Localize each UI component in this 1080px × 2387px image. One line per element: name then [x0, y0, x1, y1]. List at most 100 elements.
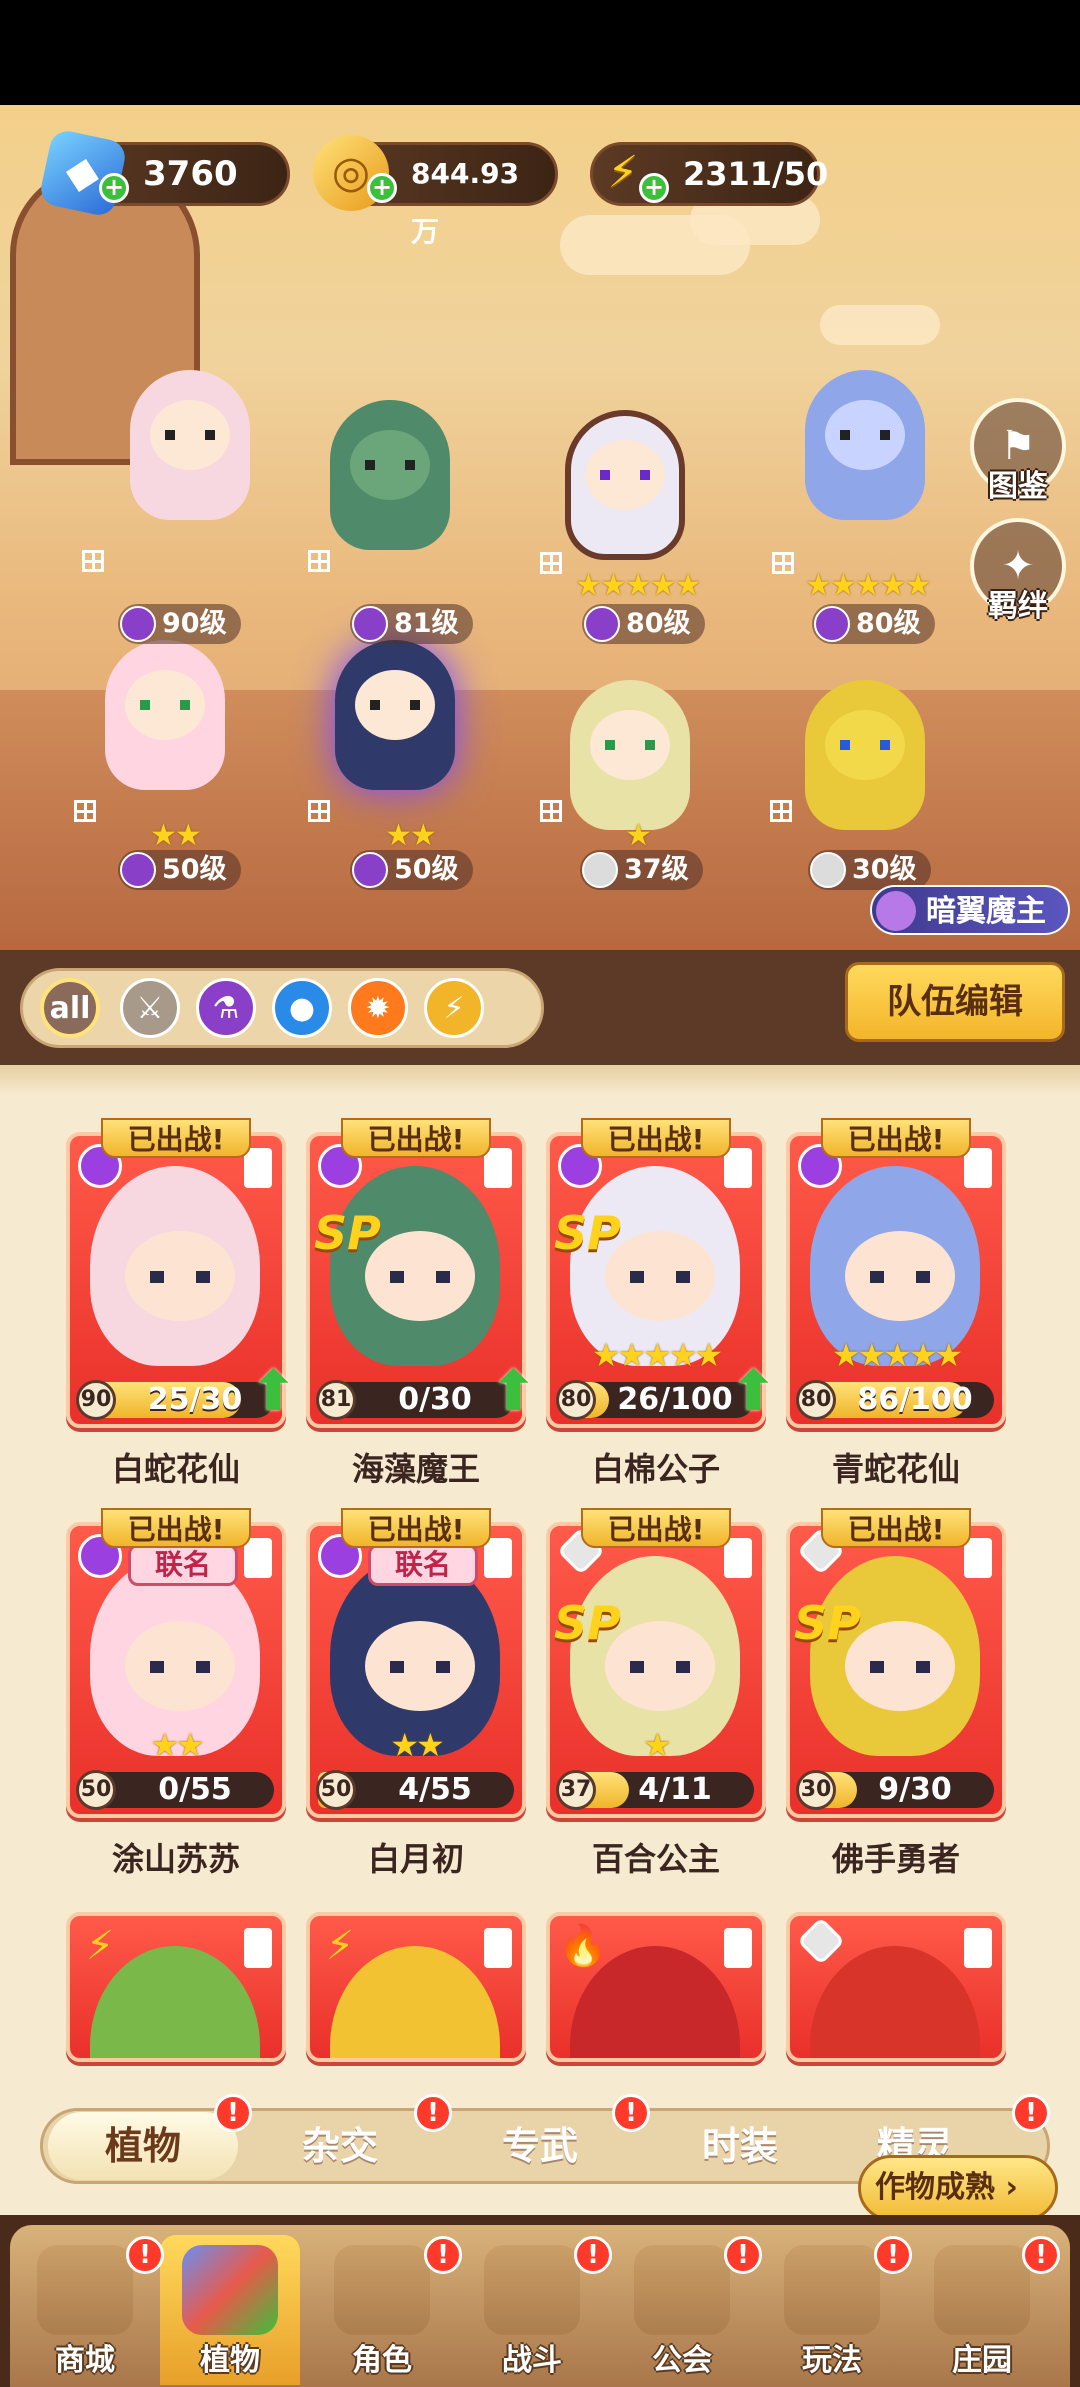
team-hero-8[interactable]: [790, 680, 940, 850]
progress-text: 0/30: [398, 1382, 472, 1417]
team-hero-4-level: 80级: [812, 604, 935, 644]
codex-label: 图鉴: [988, 469, 1048, 504]
card-level: 50: [316, 1770, 356, 1810]
team-hero-4[interactable]: [790, 370, 940, 540]
bolt-icon[interactable]: ⚡: [424, 978, 484, 1038]
gold-counter[interactable]: ◎ + 844.93万: [313, 135, 558, 248]
gameplay-icon: [784, 2245, 880, 2335]
progress-text: 25/30: [147, 1382, 243, 1417]
guild-icon: [634, 2245, 730, 2335]
team-hero-1-level: 90级: [118, 604, 241, 644]
plant-card[interactable]: ★★★★★ 86/100 80: [786, 1132, 1006, 1428]
bond-label: 羁绊: [988, 589, 1048, 624]
boss-avatar-icon: [876, 891, 916, 931]
team-hero-3-stars: ★★★★★: [575, 568, 701, 603]
progress-text: 26/100: [617, 1382, 733, 1417]
alert-badge: !: [424, 2236, 462, 2274]
crops-ready-label: 作物成熟: [875, 2170, 995, 2205]
team-hero-1[interactable]: [115, 370, 265, 540]
alert-badge: !: [214, 2094, 252, 2132]
progress-text: 4/55: [398, 1772, 472, 1807]
plants-icon: [182, 2245, 278, 2335]
tab-costume[interactable]: 时装: [645, 2112, 835, 2180]
boss-badge[interactable]: 暗翼魔主: [870, 885, 1070, 935]
card-stars: ★★: [390, 1726, 444, 1764]
team-hero-6-level: 50级: [350, 850, 473, 890]
formation-icon: [244, 1538, 272, 1578]
team-hero-5[interactable]: [90, 640, 240, 810]
edit-team-button[interactable]: 队伍编辑: [845, 962, 1065, 1042]
plant-card[interactable]: 联名 ★★ 0/55 50: [66, 1522, 286, 1818]
sp-tag: SP: [314, 1206, 381, 1260]
alert-badge: !: [724, 2236, 762, 2274]
portrait-eyes: [870, 1661, 930, 1673]
formation-icon: [724, 1148, 752, 1188]
potion-icon[interactable]: ⚗: [196, 978, 256, 1038]
energy-value: 2311/50: [683, 155, 829, 193]
card-level: 37: [556, 1770, 596, 1810]
progress-bar: 9/30 30: [796, 1770, 994, 1810]
nav-plants[interactable]: 植物: [160, 2235, 300, 2385]
plant-card[interactable]: 25/30 90: [66, 1132, 286, 1428]
card-level: 50: [76, 1770, 116, 1810]
progress-bar: 0/30 81: [316, 1380, 514, 1420]
plant-card[interactable]: SP ★★★★★ 26/100 80: [546, 1132, 766, 1428]
sword-icon[interactable]: ⚔: [120, 978, 180, 1038]
portrait-eyes: [630, 1661, 690, 1673]
sword-icon: [582, 852, 618, 888]
progress-bar: 25/30 90: [76, 1380, 274, 1420]
formation-icon: [724, 1538, 752, 1578]
team-hero-2[interactable]: [315, 400, 465, 570]
formation-icon: [964, 1148, 992, 1188]
progress-text: 4/11: [638, 1772, 712, 1807]
card-level: 80: [556, 1380, 596, 1420]
portrait-eyes: [150, 1271, 210, 1283]
bond-button[interactable]: ✦ 羁绊: [970, 518, 1066, 624]
sword-icon: [796, 1526, 846, 1576]
team-hero-7-level: 37级: [580, 850, 703, 890]
formation-icon: [964, 1538, 992, 1578]
water-icon[interactable]: ●: [272, 978, 332, 1038]
plant-card[interactable]: SP 9/30 30: [786, 1522, 1006, 1818]
team-hero-3-level: 80级: [582, 604, 705, 644]
energy-counter[interactable]: ⚡ + 2311/50: [590, 142, 828, 206]
team-hero-6[interactable]: [320, 640, 470, 810]
alert-badge: !: [1022, 2236, 1060, 2274]
tab-plants[interactable]: 植物: [48, 2112, 238, 2180]
filter-all[interactable]: all: [40, 978, 100, 1038]
potion-icon: [78, 1144, 122, 1188]
portrait-eyes: [390, 1271, 450, 1283]
tab-exclusive-weapon[interactable]: 专武: [445, 2112, 635, 2180]
alert-badge: !: [574, 2236, 612, 2274]
plant-card[interactable]: SP ★ 4/11 37: [546, 1522, 766, 1818]
team-hero-7-stars: ★: [625, 818, 652, 853]
boss-name: 暗翼魔主: [926, 894, 1046, 929]
add-energy-icon[interactable]: +: [639, 173, 669, 203]
formation-icon: [244, 1148, 272, 1188]
fire-icon[interactable]: ✹: [348, 978, 408, 1038]
character-icon: [334, 2245, 430, 2335]
sp-tag: SP: [554, 1596, 621, 1650]
potion-icon: [814, 606, 850, 642]
add-gems-icon[interactable]: +: [99, 173, 129, 203]
team-hero-5-stars: ★★: [150, 818, 202, 853]
potion-icon: [318, 1144, 362, 1188]
codex-button[interactable]: ⚑ 图鉴: [970, 398, 1066, 504]
team-hero-3[interactable]: [550, 410, 700, 580]
plant-card[interactable]: SP 0/30 81: [306, 1132, 526, 1428]
team-hero-6-stars: ★★: [385, 818, 437, 853]
plant-card[interactable]: 联名 ★★ 4/55 50: [306, 1522, 526, 1818]
chevron-right-icon: ›: [995, 2170, 1018, 2205]
card-level: 81: [316, 1380, 356, 1420]
team-hero-5-level: 50级: [118, 850, 241, 890]
gems-counter[interactable]: ◆ + 3760: [37, 127, 290, 219]
tab-hybrid[interactable]: 杂交: [245, 2112, 435, 2180]
portrait-eyes: [390, 1661, 450, 1673]
portrait-eyes: [630, 1271, 690, 1283]
gems-value: 3760: [143, 154, 238, 194]
add-gold-icon[interactable]: +: [367, 173, 397, 203]
alert-badge: !: [612, 2094, 650, 2132]
card-level: 90: [76, 1380, 116, 1420]
crops-ready-button[interactable]: 作物成熟 ›: [858, 2155, 1058, 2221]
card-level: 80: [796, 1380, 836, 1420]
